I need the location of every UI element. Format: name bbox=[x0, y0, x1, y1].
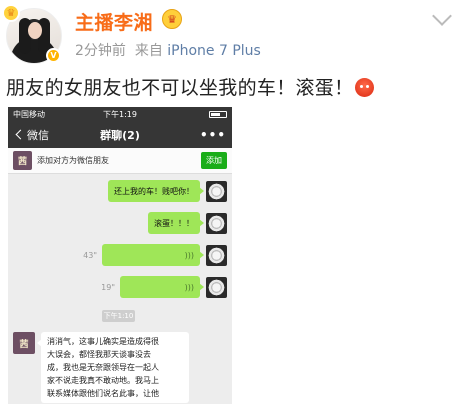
angry-face-icon bbox=[355, 78, 375, 97]
chat-nav-bar: 微信 群聊(2) ••• bbox=[8, 121, 232, 148]
post-time: 2分钟前 bbox=[75, 43, 126, 59]
wechat-screenshot[interactable]: 中国移动 下午1:19 微信 群聊(2) ••• 茜 添加对方为微信朋友 添加 … bbox=[8, 107, 232, 404]
voice-wave-icon: ))) bbox=[184, 282, 194, 292]
chevron-down-icon[interactable] bbox=[432, 6, 452, 26]
verified-v-icon: V bbox=[46, 48, 61, 63]
voice-row: 19" ))) bbox=[101, 276, 227, 298]
message-bubble[interactable]: 滚蛋！！！ bbox=[148, 212, 204, 234]
self-avatar[interactable] bbox=[206, 244, 227, 266]
username[interactable]: 主播李湘 bbox=[75, 8, 153, 35]
chat-area: 还上我的车！贱吧你！ 滚蛋！！！ 43" ))) 19" ))) 下午1:10 … bbox=[8, 174, 232, 404]
self-avatar[interactable] bbox=[206, 276, 227, 298]
incoming-message-row: 茜 消消气，这事儿确实是造成得很 大误会，都怪我那天谈事没去 成，我也是无奈跟领… bbox=[13, 332, 189, 403]
self-avatar[interactable] bbox=[206, 180, 227, 202]
chat-timestamp: 下午1:10 bbox=[102, 310, 135, 322]
contact-avatar[interactable]: 茜 bbox=[13, 332, 35, 354]
source-device[interactable]: iPhone 7 Plus bbox=[167, 43, 261, 59]
status-bar: 中国移动 下午1:19 bbox=[8, 107, 232, 121]
post-meta: 2分钟前 来自 iPhone 7 Plus bbox=[75, 40, 261, 60]
crown-icon: ♛ bbox=[2, 4, 20, 22]
message-row: 滚蛋！！！ bbox=[148, 212, 227, 234]
add-friend-button[interactable]: 添加 bbox=[201, 152, 227, 169]
post-body: 朋友的女朋友也不可以坐我的车！滚蛋！ bbox=[6, 77, 354, 99]
voice-row: 43" ))) bbox=[83, 244, 227, 266]
voice-message-bubble[interactable]: ))) bbox=[102, 244, 204, 266]
message-row: 还上我的车！贱吧你！ bbox=[108, 180, 227, 202]
battery-icon bbox=[209, 110, 227, 118]
self-avatar[interactable] bbox=[206, 212, 227, 234]
voice-duration: 19" bbox=[101, 282, 115, 292]
incoming-message-bubble[interactable]: 消消气，这事儿确实是造成得很 大误会，都怪我那天谈事没去 成，我也是无奈跟领导在… bbox=[37, 332, 189, 403]
add-friend-text: 添加对方为微信朋友 bbox=[37, 156, 109, 165]
voice-message-bubble[interactable]: ))) bbox=[120, 276, 204, 298]
chat-title: 群聊(2) bbox=[100, 128, 140, 142]
source-prefix: 来自 bbox=[134, 43, 163, 59]
contact-avatar[interactable]: 茜 bbox=[13, 151, 32, 170]
voice-duration: 43" bbox=[83, 250, 97, 260]
user-avatar[interactable]: ♛ V bbox=[2, 4, 62, 64]
post-text: 朋友的女朋友也不可以坐我的车！滚蛋！ bbox=[6, 73, 375, 100]
add-friend-bar: 茜 添加对方为微信朋友 添加 bbox=[8, 148, 232, 174]
status-time: 下午1:19 bbox=[103, 109, 137, 119]
message-bubble[interactable]: 还上我的车！贱吧你！ bbox=[108, 180, 204, 202]
voice-wave-icon: ))) bbox=[184, 250, 194, 260]
vip-crown-icon: ♛ bbox=[162, 9, 182, 29]
